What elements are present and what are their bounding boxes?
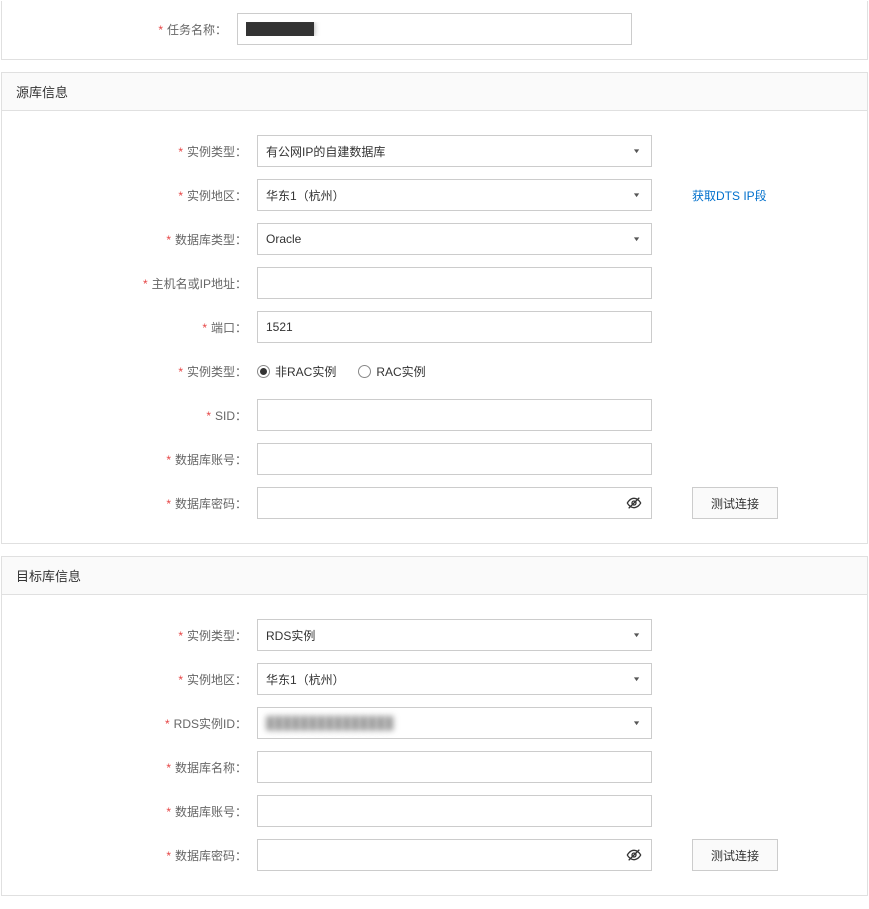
target-account-row: *数据库账号：: [22, 795, 847, 827]
source-instance-type-select[interactable]: 有公网IP的自建数据库: [257, 135, 652, 167]
target-test-connection-button[interactable]: 测试连接: [692, 839, 778, 871]
target-instance-type-row: *实例类型： RDS实例: [22, 619, 847, 651]
source-test-connection-button[interactable]: 测试连接: [692, 487, 778, 519]
source-rac-label: *实例类型：: [22, 363, 257, 380]
target-region-select[interactable]: 华东1（杭州）: [257, 663, 652, 695]
source-header: 源库信息: [2, 73, 867, 111]
source-password-input[interactable]: [257, 487, 652, 519]
target-instance-type-select[interactable]: RDS实例: [257, 619, 652, 651]
target-rds-id-select[interactable]: ███████████████: [257, 707, 652, 739]
task-name-label: *任务名称：: [2, 21, 237, 38]
target-rds-id-label: *RDS实例ID：: [22, 715, 257, 732]
target-region-label: *实例地区：: [22, 671, 257, 688]
rac-radio-non-rac[interactable]: 非RAC实例: [257, 363, 336, 380]
eye-icon[interactable]: [625, 846, 643, 864]
dts-ip-link[interactable]: 获取DTS IP段: [692, 187, 767, 204]
target-password-row: *数据库密码： 测试连接: [22, 839, 847, 871]
target-db-name-row: *数据库名称：: [22, 751, 847, 783]
top-section: *任务名称：: [1, 1, 868, 60]
target-header: 目标库信息: [2, 557, 867, 595]
source-sid-input[interactable]: [257, 399, 652, 431]
target-account-label: *数据库账号：: [22, 803, 257, 820]
source-db-type-row: *数据库类型： Oracle: [22, 223, 847, 255]
rac-radio-label-2: RAC实例: [376, 363, 425, 380]
source-rac-row: *实例类型： 非RAC实例 RAC实例: [22, 355, 847, 387]
source-region-label: *实例地区：: [22, 187, 257, 204]
source-account-row: *数据库账号：: [22, 443, 847, 475]
source-sid-label: *SID：: [22, 407, 257, 424]
radio-icon: [358, 365, 371, 378]
task-name-input[interactable]: [237, 13, 632, 45]
source-account-input[interactable]: [257, 443, 652, 475]
task-name-row: *任务名称：: [2, 13, 867, 45]
source-region-row: *实例地区： 华东1（杭州） 获取DTS IP段: [22, 179, 847, 211]
source-host-input[interactable]: [257, 267, 652, 299]
target-db-name-input[interactable]: [257, 751, 652, 783]
source-instance-type-row: *实例类型： 有公网IP的自建数据库: [22, 135, 847, 167]
target-section: 目标库信息 *实例类型： RDS实例 *实例地区： 华东1（杭州） *RDS实例…: [1, 556, 868, 896]
source-db-type-label: *数据库类型：: [22, 231, 257, 248]
source-port-input[interactable]: [257, 311, 652, 343]
rac-radio-label-1: 非RAC实例: [275, 363, 336, 380]
target-password-input[interactable]: [257, 839, 652, 871]
source-db-type-select[interactable]: Oracle: [257, 223, 652, 255]
target-rds-id-row: *RDS实例ID： ███████████████: [22, 707, 847, 739]
rac-radio-group: 非RAC实例 RAC实例: [257, 355, 426, 387]
source-port-row: *端口：: [22, 311, 847, 343]
source-port-label: *端口：: [22, 319, 257, 336]
target-region-row: *实例地区： 华东1（杭州）: [22, 663, 847, 695]
source-host-row: *主机名或IP地址：: [22, 267, 847, 299]
target-password-label: *数据库密码：: [22, 847, 257, 864]
source-region-select[interactable]: 华东1（杭州）: [257, 179, 652, 211]
source-host-label: *主机名或IP地址：: [22, 275, 257, 292]
source-section: 源库信息 *实例类型： 有公网IP的自建数据库 *实例地区： 华东1（杭州） 获…: [1, 72, 868, 544]
target-account-input[interactable]: [257, 795, 652, 827]
source-password-label: *数据库密码：: [22, 495, 257, 512]
source-sid-row: *SID：: [22, 399, 847, 431]
radio-icon: [257, 365, 270, 378]
source-instance-type-label: *实例类型：: [22, 143, 257, 160]
target-db-name-label: *数据库名称：: [22, 759, 257, 776]
eye-icon[interactable]: [625, 494, 643, 512]
source-account-label: *数据库账号：: [22, 451, 257, 468]
rac-radio-rac[interactable]: RAC实例: [358, 363, 425, 380]
target-instance-type-label: *实例类型：: [22, 627, 257, 644]
source-password-row: *数据库密码： 测试连接: [22, 487, 847, 519]
